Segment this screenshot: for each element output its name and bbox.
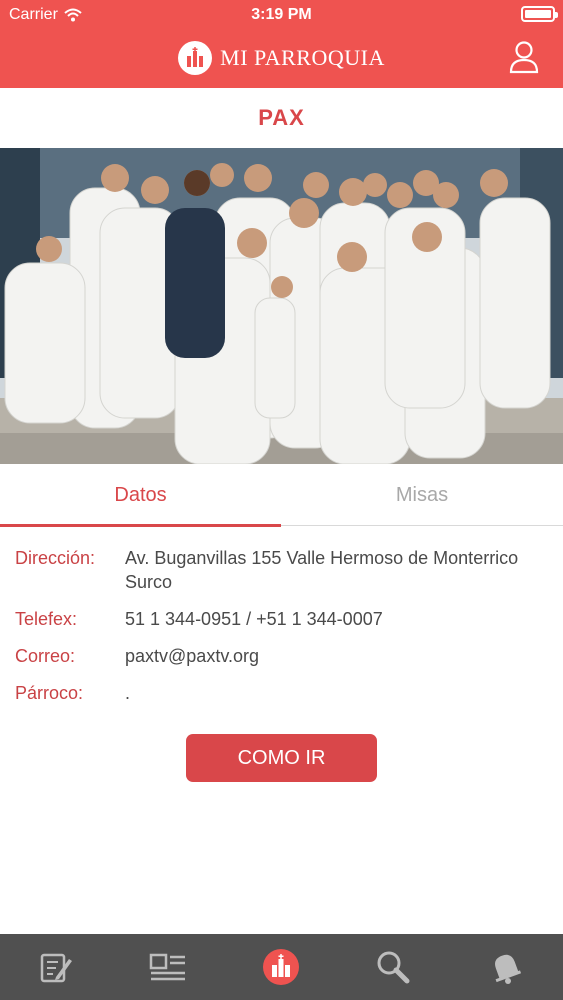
bottom-tab-bar <box>0 934 563 1000</box>
battery-icon <box>521 6 558 22</box>
edit-icon <box>40 953 72 983</box>
tab-datos[interactable]: Datos <box>0 464 281 526</box>
app-title: MI PARROQUIA <box>220 45 385 70</box>
parroco-label: Párroco: <box>15 683 84 703</box>
direccion-label: Dirección: <box>15 548 96 568</box>
correo-value[interactable]: paxtv@paxtv.org <box>125 644 259 668</box>
info-row-parroco: Párroco: . <box>15 681 550 705</box>
app-brand: MI PARROQUIA <box>0 40 563 76</box>
parish-info: Dirección: Av. Buganvillas 155 Valle Her… <box>15 546 550 718</box>
detail-tabs: Datos Misas <box>0 464 563 527</box>
info-row-correo: Correo: paxtv@paxtv.org <box>15 644 550 668</box>
parish-title: PAX <box>258 105 305 130</box>
tabbar-item-search[interactable] <box>337 934 449 1000</box>
telefex-value[interactable]: 51 1 344-0951 / +51 1 344-0007 <box>125 607 383 631</box>
church-logo-icon <box>178 41 213 75</box>
user-icon[interactable] <box>509 40 539 74</box>
bell-icon <box>495 954 522 984</box>
tab-misas[interactable]: Misas <box>281 464 563 526</box>
status-time: 3:19 PM <box>251 6 312 23</box>
como-ir-button[interactable]: COMO IR <box>186 734 377 782</box>
tabbar-item-edit[interactable] <box>0 934 112 1000</box>
tabbar-item-church[interactable] <box>225 934 337 1000</box>
correo-label: Correo: <box>15 646 76 666</box>
active-tab-indicator <box>0 524 281 527</box>
direccion-value: Av. Buganvillas 155 Valle Hermoso de Mon… <box>125 548 519 592</box>
parish-photo <box>0 148 563 464</box>
church-icon <box>263 949 299 985</box>
tabbar-item-news[interactable] <box>112 934 224 1000</box>
parroco-value: . <box>125 683 131 703</box>
info-row-telefex: Telefex: 51 1 344-0951 / +51 1 344-0007 <box>15 607 550 631</box>
news-list-icon <box>149 953 185 981</box>
search-icon <box>377 951 410 984</box>
telefex-label: Telefex: <box>15 609 78 629</box>
status-bar: Carrier 3:19 PM <box>0 0 563 30</box>
info-row-direccion: Dirección: Av. Buganvillas 155 Valle Her… <box>15 546 550 594</box>
header: Carrier 3:19 PM MI PARROQUIA <box>0 0 563 88</box>
tabbar-item-notifications[interactable] <box>450 934 562 1000</box>
